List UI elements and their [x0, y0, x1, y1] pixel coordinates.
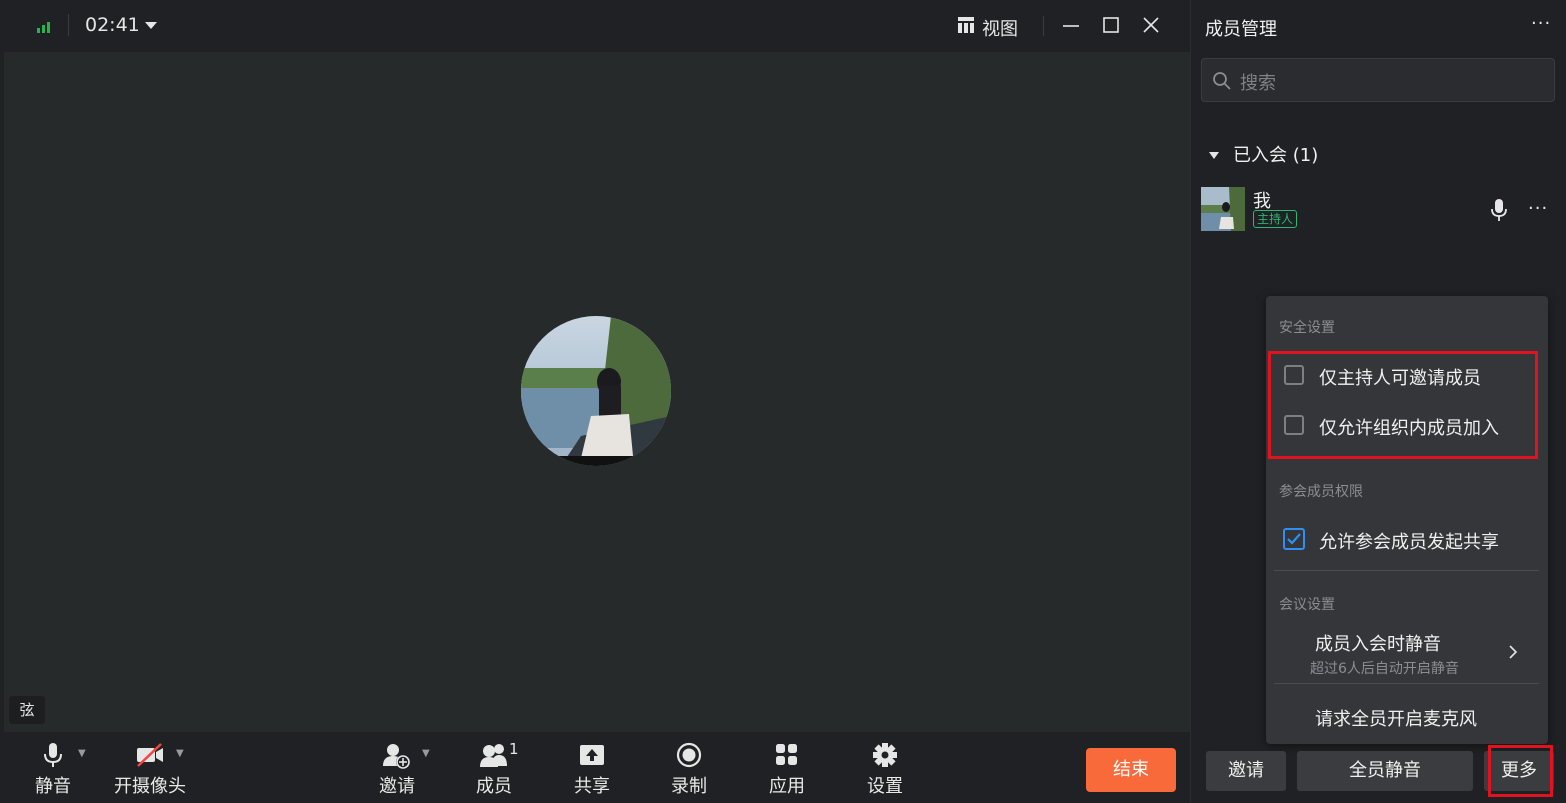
mute-label: 静音	[35, 776, 71, 797]
security-settings-title: 安全设置	[1279, 320, 1335, 336]
member-more-icon[interactable]: ···	[1528, 198, 1548, 219]
record-label: 录制	[671, 776, 707, 797]
panel-invite-button[interactable]: 邀请	[1206, 751, 1286, 791]
maximize-icon[interactable]	[1102, 16, 1120, 38]
camera-options-caret-icon[interactable]: ▼	[176, 748, 184, 759]
apps-grid-icon	[776, 744, 797, 765]
grid-view-icon[interactable]	[957, 16, 975, 38]
signal-strength-icon[interactable]	[36, 19, 52, 33]
top-bar: 02:41 视图	[0, 0, 1190, 52]
mute-options-caret-icon[interactable]: ▼	[78, 748, 86, 759]
host-only-invite-label[interactable]: 仅主持人可邀请成员	[1319, 364, 1481, 390]
org-only-join-checkbox[interactable]	[1284, 415, 1304, 435]
org-only-join-label[interactable]: 仅允许组织内成员加入	[1319, 414, 1499, 440]
chevron-right-icon	[1508, 644, 1518, 663]
search-placeholder: 搜索	[1240, 73, 1276, 94]
add-user-icon	[383, 744, 410, 769]
collapse-triangle-icon[interactable]	[1208, 146, 1220, 165]
member-avatar	[1201, 187, 1245, 231]
end-meeting-button[interactable]: 结束	[1086, 748, 1176, 792]
highlight-box	[1488, 745, 1553, 797]
divider	[68, 14, 69, 36]
avatar-photo	[521, 316, 671, 466]
host-role-badge: 主持人	[1253, 210, 1298, 228]
microphone-icon	[44, 743, 62, 767]
settings-button[interactable]: 设置	[850, 738, 920, 800]
participant-name-tag: 弦	[9, 696, 45, 724]
divider	[1043, 16, 1044, 36]
invite-options-caret-icon[interactable]: ▼	[422, 748, 430, 759]
view-button[interactable]: 视图	[982, 15, 1018, 41]
members-button[interactable]: 1 成员	[459, 738, 529, 800]
meeting-settings-title: 会议设置	[1279, 597, 1335, 613]
record-icon	[676, 742, 702, 768]
host-only-invite-checkbox[interactable]	[1284, 365, 1304, 385]
share-screen-icon	[580, 745, 604, 765]
joined-section-header[interactable]: 已入会 (1)	[1233, 141, 1318, 167]
invite-label: 邀请	[379, 776, 415, 797]
member-permissions-title: 参会成员权限	[1279, 484, 1363, 500]
camera-label: 开摄像头	[114, 776, 186, 797]
mute-all-button[interactable]: 全员静音	[1297, 751, 1473, 791]
camera-button[interactable]: 开摄像头	[114, 738, 186, 800]
menu-divider	[1274, 683, 1539, 684]
camera-off-icon	[137, 743, 163, 767]
record-button[interactable]: 录制	[654, 738, 724, 800]
mute-on-join-label: 成员入会时静音	[1315, 634, 1441, 655]
checkmark-icon	[1287, 533, 1301, 545]
search-icon	[1212, 71, 1232, 95]
participant-avatar	[521, 316, 671, 466]
mute-on-join-item[interactable]: 成员入会时静音 超过6人后自动开启静音	[1274, 622, 1539, 678]
ask-all-unmute-item[interactable]: 请求全员开启麦克风	[1315, 705, 1477, 731]
allow-share-label[interactable]: 允许参会成员发起共享	[1319, 528, 1499, 554]
settings-label: 设置	[867, 776, 903, 797]
members-label: 成员	[476, 776, 512, 797]
members-count-badge: 1	[509, 740, 519, 758]
panel-more-options-icon[interactable]: ···	[1531, 13, 1551, 34]
apps-button[interactable]: 应用	[752, 738, 822, 800]
mute-on-join-sublabel: 超过6人后自动开启静音	[1310, 661, 1459, 677]
meeting-timer: 02:41	[85, 14, 140, 36]
allow-share-checkbox[interactable]	[1283, 528, 1305, 550]
apps-label: 应用	[769, 776, 805, 797]
share-label: 共享	[574, 776, 610, 797]
panel-title: 成员管理	[1205, 19, 1277, 40]
video-stage: 弦	[4, 52, 1190, 732]
search-input[interactable]: 搜索	[1201, 58, 1555, 102]
chevron-down-icon[interactable]	[144, 17, 158, 36]
minimize-icon[interactable]	[1062, 16, 1080, 38]
member-microphone-icon[interactable]	[1490, 198, 1508, 226]
close-icon[interactable]	[1142, 16, 1160, 38]
gear-icon	[873, 743, 897, 767]
share-button[interactable]: 共享	[557, 738, 627, 800]
menu-divider	[1274, 570, 1539, 571]
members-icon	[480, 744, 507, 767]
